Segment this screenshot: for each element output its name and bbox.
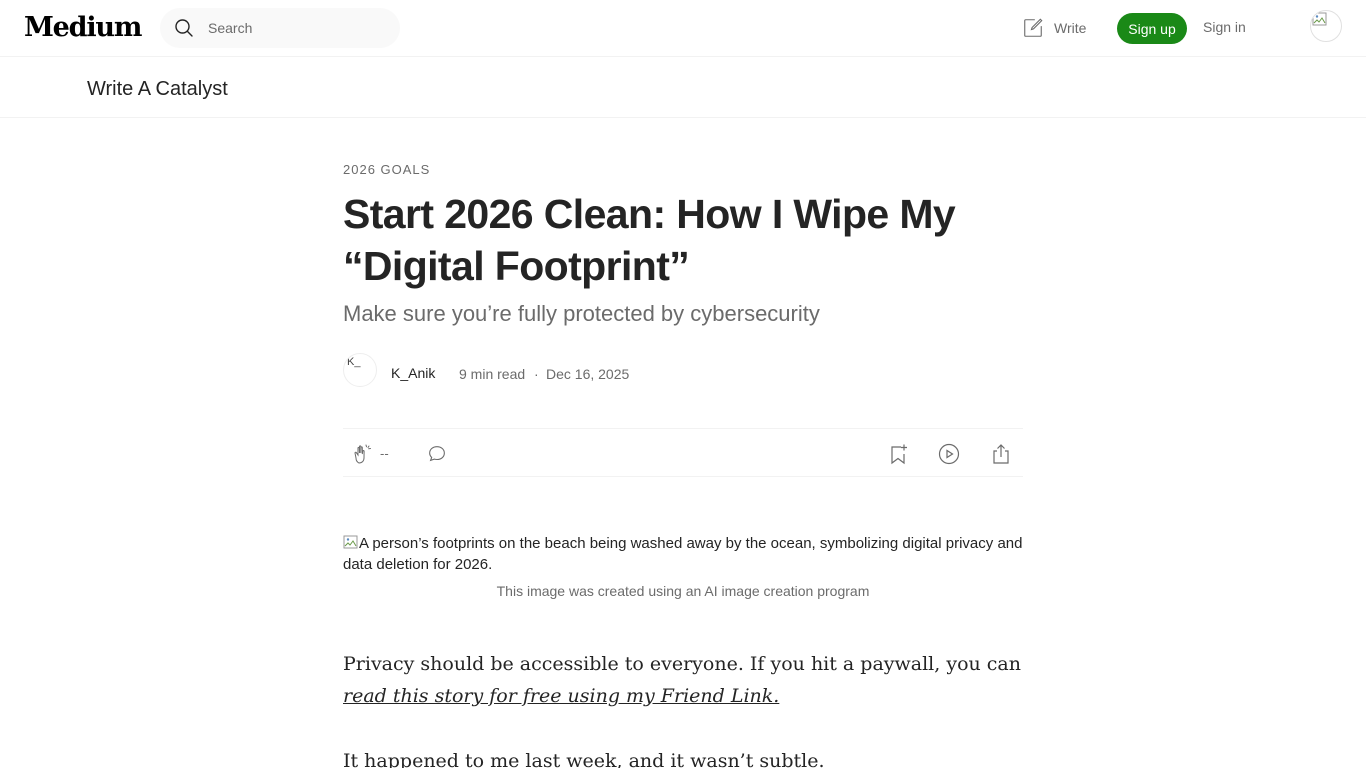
write-label: Write [1054, 20, 1087, 36]
image-caption: This image was created using an AI image… [496, 583, 870, 599]
author-avatar[interactable]: K_ [343, 353, 377, 387]
search-icon [174, 18, 194, 38]
medium-logo[interactable]: Medium [24, 12, 142, 43]
article-figure: A person’s footprints on the beach being… [343, 533, 1023, 599]
share-icon [993, 444, 1009, 464]
write-button[interactable]: Write [1022, 16, 1086, 40]
broken-image-icon [343, 535, 358, 549]
comment-button[interactable] [425, 442, 449, 466]
user-avatar[interactable] [1310, 10, 1342, 42]
byline: K_ K_Anik 9 min read · Dec 16, 2025 [343, 353, 1023, 393]
article-paragraph: It happened to me last week, and it wasn… [343, 750, 825, 768]
search-input[interactable]: Search [208, 20, 252, 36]
play-icon [938, 443, 960, 465]
paragraph-text: Privacy should be accessible to everyone… [343, 653, 1021, 675]
bookmark-icon [891, 444, 907, 465]
image-alt-text: A person’s footprints on the beach being… [343, 535, 1023, 573]
comment-icon [429, 446, 445, 462]
publication-name[interactable]: Write A Catalyst [87, 78, 228, 101]
author-name[interactable]: K_Anik [391, 365, 435, 381]
search-bar[interactable]: Search [160, 8, 400, 48]
article-paragraph: Privacy should be accessible to everyone… [343, 648, 1023, 712]
sign-in-link[interactable]: Sign in [1203, 19, 1246, 35]
meta-separator: · [534, 366, 539, 382]
article-title: Start 2026 Clean: How I Wipe My “Digital… [343, 191, 956, 289]
article-subtitle: Make sure you’re fully protected by cybe… [343, 301, 820, 326]
clap-count: -- [380, 446, 389, 461]
broken-image-icon [1312, 12, 1327, 26]
bookmark-button[interactable] [886, 442, 910, 466]
friend-link[interactable]: read this story for free using my Friend… [343, 685, 779, 707]
author-avatar-alt: K_ [347, 356, 361, 368]
article-image[interactable]: A person’s footprints on the beach being… [343, 533, 1023, 575]
publish-date: Dec 16, 2025 [546, 366, 630, 382]
publication-bar: Write A Catalyst [0, 57, 1366, 118]
article-action-bar: -- [343, 428, 1023, 477]
top-navigation: Medium Search Write Sign up Sign in [0, 0, 1366, 57]
listen-button[interactable] [937, 442, 961, 466]
read-time: 9 min read [459, 366, 526, 382]
share-button[interactable] [989, 442, 1013, 466]
article-kicker[interactable]: 2026 GOALS [343, 162, 430, 177]
sign-up-button[interactable]: Sign up [1117, 13, 1187, 44]
write-icon [1024, 18, 1043, 37]
clap-button[interactable] [351, 442, 375, 466]
clap-icon [354, 444, 371, 464]
